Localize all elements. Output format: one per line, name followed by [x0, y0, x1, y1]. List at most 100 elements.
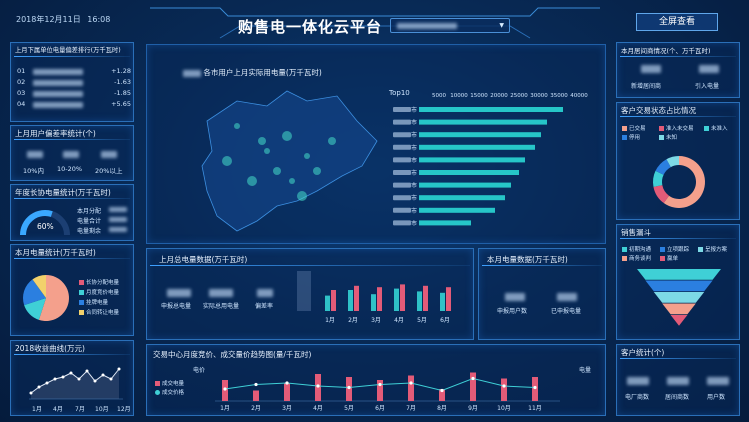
legend-label: 呈报方案	[705, 247, 728, 253]
dev-value-2	[63, 151, 79, 158]
trade-month-label: 1月	[220, 405, 230, 412]
this-month-title: 本月电量数据(万千瓦时)	[487, 255, 568, 264]
month-label: 4月	[394, 317, 404, 324]
trade-month-label: 9月	[468, 405, 478, 412]
city-marker	[289, 178, 295, 184]
map-panel: 各市用户上月实际用电量(万千瓦时) Top10 5000 10000 15000 20…	[146, 44, 606, 244]
region-select-value	[397, 23, 457, 29]
legend-item: 初期沟通	[622, 246, 660, 255]
top10-bar	[419, 182, 511, 188]
rank-no: 04	[17, 100, 26, 108]
trade-trend-chart: 1月 2月 3月 4月 5月 6月 7月 8月 9月 10月 11月	[215, 372, 560, 412]
legend-swatch	[622, 135, 627, 140]
legend-swatch	[155, 381, 160, 386]
top10-bar	[419, 207, 495, 213]
customer-stats-title: 客户统计(个)	[621, 348, 665, 357]
dev-label-1: 10%内	[23, 167, 44, 175]
bar-series-b	[331, 290, 336, 311]
region-select[interactable]: ▼	[390, 18, 510, 33]
trade-month-label: 11月	[528, 405, 542, 412]
legend-label: 挂牌电量	[86, 300, 109, 306]
revenue-point	[53, 377, 57, 381]
dev-value-1	[27, 151, 43, 158]
divider	[14, 139, 130, 140]
rank-no: 01	[17, 67, 26, 75]
revenue-x-label: 12月	[117, 406, 131, 413]
top10-bar	[419, 119, 547, 125]
page-title: 购售电一体化云平台	[238, 18, 383, 36]
divider	[14, 258, 130, 259]
legend-item: 停用	[622, 134, 659, 143]
rank-value: +1.28	[111, 67, 131, 75]
city-marker	[222, 156, 232, 166]
rank-name	[33, 69, 83, 75]
bar-series-a	[417, 291, 422, 311]
sales-funnel-panel: 销售漏斗 初期沟通 立项跟踪 呈报方案 商务谈判 赢单	[616, 224, 740, 340]
legend-label: 初期沟通	[629, 247, 652, 253]
annual-value	[109, 227, 127, 232]
list-item: 04 +5.65	[17, 100, 131, 111]
province-map	[201, 90, 378, 232]
legend-item: 呈报方案	[698, 246, 738, 255]
trade-trend-title: 交易中心月度竞价、成交量价趋势图(量/千瓦时)	[153, 350, 312, 359]
revenue-point	[93, 379, 97, 383]
cust-value-2	[667, 377, 689, 385]
list-item: 03 -1.85	[17, 89, 131, 100]
top10-bar	[419, 170, 519, 175]
city-suffix: 市	[411, 219, 417, 227]
month-energy-title: 本月电量统计(万千瓦时)	[15, 248, 96, 257]
status-legend: 已交易 准入未交易 未准入 停用 未知	[622, 125, 740, 143]
trade-bar	[408, 375, 414, 401]
legend-item: 商务谈判	[622, 255, 660, 264]
city-suffix: 市	[411, 194, 417, 202]
rank-value: +5.65	[111, 100, 131, 108]
bar-series-b	[446, 287, 451, 311]
annual-item-2: 电量合计	[77, 218, 102, 225]
fullscreen-button[interactable]: 全屏查看	[636, 13, 718, 31]
bar-series-b	[400, 284, 405, 311]
city-name-blur	[393, 119, 411, 125]
city-suffix: 市	[411, 207, 417, 215]
intermediary-value-2	[699, 65, 719, 73]
customer-stats-panel: 客户统计(个) 电厂商数 居间商数 用户数	[616, 344, 740, 416]
annual-item-1: 本月分配	[77, 208, 102, 215]
top10-bar	[419, 220, 471, 226]
city-suffix: 市	[411, 156, 417, 164]
trade-left-axis: 电价	[193, 367, 206, 374]
city-marker	[258, 137, 266, 145]
trade-price-point	[471, 376, 475, 381]
trade-price-point	[316, 384, 320, 388]
legend-label: 赢单	[667, 256, 679, 262]
legend-swatch	[79, 300, 84, 305]
legend-label: 合同转让电量	[86, 310, 120, 316]
funnel-stage	[645, 280, 713, 292]
intermediary-label-2: 引入电量	[695, 83, 720, 90]
divider	[14, 56, 130, 57]
trade-month-label: 4月	[313, 405, 323, 412]
prev-value-3	[257, 289, 273, 297]
bar-series-a	[394, 288, 399, 311]
rank-no: 03	[17, 89, 26, 97]
prev-value-1	[167, 289, 191, 297]
rank-list: 01 +1.28 02 -1.63 03 -1.85 04 +5.65	[17, 67, 131, 111]
deviation-rate-panel: 上月用户偏差率统计(个) 10%内 10-20% 20%以上	[10, 125, 134, 181]
trade-price-point	[378, 382, 382, 387]
cust-value-3	[707, 377, 729, 385]
top10-tick: 15000	[470, 93, 488, 99]
legend-item: 成交电量	[155, 379, 184, 388]
divider	[620, 358, 736, 359]
city-marker	[304, 153, 310, 159]
legend-label: 成交电量	[162, 381, 185, 387]
chevron-down-icon: ▼	[499, 22, 504, 29]
month-label: 2月	[348, 317, 358, 324]
city-suffix: 市	[411, 144, 417, 152]
legend-label: 准入未交易	[666, 126, 694, 132]
trade-legend: 成交电量 成交价格	[155, 379, 184, 397]
funnel-legend: 初期沟通 立项跟踪 呈报方案 商务谈判 赢单	[622, 246, 740, 264]
top10-tick: 10000	[450, 93, 468, 99]
trade-right-axis: 电量	[579, 367, 592, 374]
divider	[620, 238, 736, 239]
month-value-1	[505, 293, 525, 301]
legend-swatch	[155, 390, 160, 395]
legend-label: 商务谈判	[629, 256, 652, 262]
